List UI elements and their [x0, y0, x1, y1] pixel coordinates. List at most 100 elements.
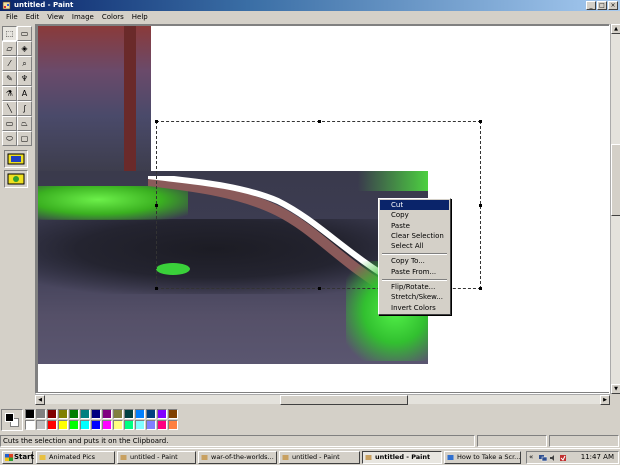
taskbar-button-5[interactable]: How to Take a Scr... — [444, 451, 521, 464]
color-swatch[interactable] — [25, 409, 35, 419]
opaque-selection-icon — [7, 153, 25, 165]
menu-help[interactable]: Help — [128, 11, 152, 23]
minimize-button[interactable]: _ — [586, 1, 596, 10]
text-tool[interactable]: A — [17, 86, 32, 101]
magnifier-tool[interactable]: ⌕ — [17, 56, 32, 71]
curve-tool[interactable]: ∫ — [17, 101, 32, 116]
rounded-rectangle-tool[interactable]: ▢ — [17, 131, 32, 146]
pick-color-tool[interactable]: ⁄ — [2, 56, 17, 71]
color-swatch[interactable] — [58, 409, 68, 419]
context-menu-item-stretch-skew[interactable]: Stretch/Skew... — [380, 292, 449, 302]
context-menu-item-cut[interactable]: Cut — [380, 200, 449, 211]
foreground-color[interactable] — [5, 413, 14, 422]
scroll-up-icon[interactable]: ▲ — [611, 24, 620, 34]
taskbar-button-3[interactable]: untitled - Paint — [279, 451, 360, 464]
color-swatch[interactable] — [146, 420, 156, 430]
selection-handle[interactable] — [479, 287, 482, 290]
color-swatch[interactable] — [168, 409, 178, 419]
brush-tool[interactable]: ♆ — [17, 71, 32, 86]
color-swatch[interactable] — [58, 420, 68, 430]
selection-handle[interactable] — [479, 120, 482, 123]
current-colors[interactable] — [1, 409, 23, 431]
rectangle-tool[interactable]: ▭ — [2, 116, 17, 131]
menu-view[interactable]: View — [43, 11, 68, 23]
color-swatch[interactable] — [69, 420, 79, 430]
security-icon[interactable] — [559, 454, 567, 462]
menu-image[interactable]: Image — [68, 11, 98, 23]
ellipse-tool[interactable]: ⬭ — [2, 131, 17, 146]
taskbar-button-4[interactable]: untitled - Paint — [362, 451, 442, 464]
network-icon[interactable] — [539, 454, 547, 462]
color-swatch[interactable] — [47, 420, 57, 430]
transparent-selection-option[interactable] — [4, 170, 28, 188]
tool-options-box[interactable] — [4, 150, 28, 168]
color-swatch[interactable] — [146, 409, 156, 419]
selection-handle[interactable] — [318, 287, 321, 290]
polygon-tool[interactable]: ⏢ — [17, 116, 32, 131]
context-menu-item-invert-colors[interactable]: Invert Colors — [380, 303, 449, 313]
taskbar-button-label: war-of-the-worlds... — [211, 453, 274, 461]
color-swatch[interactable] — [91, 420, 101, 430]
selection-handle[interactable] — [155, 287, 158, 290]
color-swatch[interactable] — [113, 409, 123, 419]
tray-expand-icon[interactable]: « — [529, 452, 533, 463]
context-menu-item-flip-rotate[interactable]: Flip/Rotate... — [380, 282, 449, 292]
start-button[interactable]: Start — [2, 451, 34, 464]
color-swatch[interactable] — [124, 420, 134, 430]
color-swatch[interactable] — [124, 409, 134, 419]
color-swatch[interactable] — [80, 409, 90, 419]
color-swatch[interactable] — [135, 409, 145, 419]
context-menu-item-copy-to[interactable]: Copy To... — [380, 256, 449, 266]
color-swatch[interactable] — [25, 420, 35, 430]
taskbar-button-2[interactable]: war-of-the-worlds... — [198, 451, 277, 464]
paint-app-icon[interactable] — [2, 1, 11, 10]
color-swatch[interactable] — [113, 420, 123, 430]
context-menu-item-copy[interactable]: Copy — [380, 210, 449, 220]
context-menu-item-paste-from[interactable]: Paste From... — [380, 267, 449, 277]
color-swatch[interactable] — [157, 420, 167, 430]
color-swatch[interactable] — [157, 409, 167, 419]
color-swatch[interactable] — [36, 409, 46, 419]
select-tool[interactable]: ▭ — [17, 26, 32, 41]
drawing-canvas[interactable] — [38, 26, 609, 392]
context-menu-item-paste[interactable]: Paste — [380, 221, 449, 231]
color-swatch[interactable] — [102, 420, 112, 430]
horizontal-scrollbar[interactable]: ◀ ▶ — [35, 394, 610, 405]
color-swatch[interactable] — [168, 420, 178, 430]
line-tool[interactable]: ╲ — [2, 101, 17, 116]
vertical-scroll-thumb[interactable] — [611, 144, 620, 216]
color-swatch[interactable] — [47, 409, 57, 419]
scroll-down-icon[interactable]: ▼ — [611, 384, 620, 394]
color-swatch[interactable] — [80, 420, 90, 430]
scroll-right-icon[interactable]: ▶ — [600, 395, 610, 405]
scroll-left-icon[interactable]: ◀ — [35, 395, 45, 405]
canvas-scroll-area[interactable] — [35, 24, 610, 394]
context-menu-item-clear-selection[interactable]: Clear Selection — [380, 231, 449, 241]
maximize-button[interactable]: □ — [597, 1, 607, 10]
taskbar-button-0[interactable]: Animated Pics — [36, 451, 115, 464]
horizontal-scroll-thumb[interactable] — [280, 395, 408, 405]
close-button[interactable]: × — [608, 1, 618, 10]
menu-file[interactable]: File — [2, 11, 22, 23]
taskbar-button-1[interactable]: untitled - Paint — [117, 451, 196, 464]
color-swatch[interactable] — [36, 420, 46, 430]
pencil-tool[interactable]: ✎ — [2, 71, 17, 86]
color-swatch[interactable] — [91, 409, 101, 419]
volume-icon[interactable] — [549, 454, 557, 462]
color-swatch[interactable] — [135, 420, 145, 430]
menu-colors[interactable]: Colors — [98, 11, 128, 23]
menu-edit[interactable]: Edit — [22, 11, 44, 23]
vertical-scrollbar[interactable]: ▲ ▼ — [610, 24, 620, 394]
selection-handle[interactable] — [479, 204, 482, 207]
eraser-tool[interactable]: ▱ — [2, 41, 17, 56]
selection-handle[interactable] — [318, 120, 321, 123]
selection-handle[interactable] — [155, 204, 158, 207]
selection-handle[interactable] — [155, 120, 158, 123]
color-swatch[interactable] — [69, 409, 79, 419]
fill-bucket-tool[interactable]: ◈ — [17, 41, 32, 56]
free-form-select-tool[interactable]: ⬚ — [2, 26, 17, 41]
clock[interactable]: 11:47 AM — [581, 452, 614, 463]
context-menu-item-select-all[interactable]: Select All — [380, 241, 449, 251]
color-swatch[interactable] — [102, 409, 112, 419]
airbrush-tool[interactable]: ⚗ — [2, 86, 17, 101]
